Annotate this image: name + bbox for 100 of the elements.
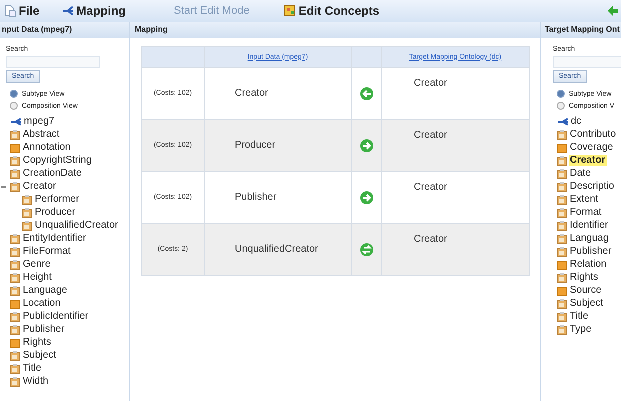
clipboard-icon xyxy=(10,246,20,256)
tree-item[interactable]: Identifier xyxy=(569,220,610,231)
tree-item[interactable]: Creator xyxy=(22,181,58,192)
clipboard-icon xyxy=(557,208,567,218)
clipboard-icon xyxy=(10,324,20,334)
panel-title: Target Mapping Ont xyxy=(541,22,621,38)
table-cell: Creator xyxy=(382,172,530,224)
clipboard-icon xyxy=(10,156,20,166)
radio-button[interactable] xyxy=(10,90,18,98)
folder-icon xyxy=(557,142,567,152)
table-cell: Producer xyxy=(204,120,352,172)
tree-item[interactable]: Relation xyxy=(569,259,608,270)
clipboard-icon xyxy=(557,130,567,140)
toolbar-button[interactable]: Edit Concepts xyxy=(284,4,388,18)
tree-item[interactable]: Height xyxy=(22,272,53,283)
folder-icon xyxy=(10,298,20,308)
tree-item[interactable]: Type xyxy=(569,324,593,335)
tree-item[interactable]: CopyrightString xyxy=(22,155,93,166)
clipboard-icon xyxy=(557,182,567,192)
clipboard-icon xyxy=(557,246,567,256)
grid-icon xyxy=(284,5,296,17)
connector-icon xyxy=(62,5,74,17)
tree-item[interactable]: Rights xyxy=(22,337,52,348)
tree-item[interactable]: Extent xyxy=(569,194,600,205)
tree-item[interactable]: mpeg7 xyxy=(23,116,56,127)
clipboard-icon xyxy=(10,350,20,360)
document-icon xyxy=(4,5,16,17)
clipboard-icon xyxy=(557,312,567,322)
tree-item[interactable]: Format xyxy=(569,207,603,218)
tree-item[interactable]: EntityIdentifier xyxy=(22,233,88,244)
search-field[interactable] xyxy=(553,56,621,68)
tree-item[interactable]: Producer xyxy=(34,207,77,218)
tree-item[interactable]: Title xyxy=(22,363,43,374)
radio-button[interactable] xyxy=(10,102,18,110)
clipboard-icon xyxy=(22,208,32,218)
table-cell: UnqualifiedCreator xyxy=(204,224,352,276)
connector-icon xyxy=(10,118,22,126)
tree-item[interactable]: dc xyxy=(570,116,583,127)
folder-icon xyxy=(557,286,567,296)
tree-item[interactable]: Language xyxy=(22,285,68,296)
arrow-icon xyxy=(607,5,619,17)
clipboard-icon xyxy=(10,286,20,296)
tree-item[interactable]: Subject xyxy=(22,350,58,361)
clipboard-icon xyxy=(10,376,20,386)
tree-item[interactable]: Genre xyxy=(22,259,52,270)
clipboard-icon xyxy=(10,130,20,140)
tree-item[interactable]: Publisher xyxy=(569,246,613,257)
tree-item[interactable]: Creator xyxy=(569,155,607,166)
tree-item[interactable]: Contributo xyxy=(569,129,618,140)
clipboard-icon xyxy=(557,272,567,282)
clipboard-icon xyxy=(557,156,567,166)
tree-item[interactable]: PublicIdentifier xyxy=(22,311,90,322)
tree-item[interactable]: Coverage xyxy=(569,142,614,153)
tree-item[interactable]: Width xyxy=(22,376,50,387)
clipboard-icon xyxy=(10,364,20,374)
search-field[interactable] xyxy=(6,56,100,68)
clipboard-icon xyxy=(10,168,20,178)
clipboard-icon xyxy=(10,182,20,192)
tree-item[interactable]: Date xyxy=(569,168,592,179)
tree-item[interactable]: Location xyxy=(22,298,62,309)
tree-item[interactable]: Title xyxy=(569,311,590,322)
folder-icon xyxy=(10,338,20,348)
folder-icon xyxy=(10,142,20,152)
radio-button[interactable] xyxy=(557,90,565,98)
folder-icon xyxy=(557,260,567,270)
tree-item[interactable]: CreationDate xyxy=(22,168,83,179)
tree-item[interactable]: Abstract xyxy=(22,129,61,140)
connector-icon xyxy=(557,118,569,126)
tree-item[interactable]: Descriptio xyxy=(569,181,616,192)
tree-item[interactable]: Performer xyxy=(34,194,80,205)
tree-item[interactable]: Subject xyxy=(569,298,604,309)
tree-item[interactable]: Publisher xyxy=(22,324,66,335)
clipboard-icon xyxy=(10,312,20,322)
right-arrow-icon[interactable] xyxy=(360,190,374,204)
clipboard-icon xyxy=(10,234,20,244)
clipboard-icon xyxy=(557,298,567,308)
panel-title: nput Data (mpeg7) xyxy=(0,22,129,38)
clipboard-icon xyxy=(557,194,567,204)
tree-item[interactable]: Annotation xyxy=(22,142,72,153)
panel-title: Mapping xyxy=(130,22,540,38)
table-cell: Creator xyxy=(204,68,352,120)
right-arrow-icon[interactable] xyxy=(360,138,374,152)
tree-item[interactable]: Languag xyxy=(569,233,610,244)
tree-item[interactable]: Rights xyxy=(569,272,600,283)
toolbar-button[interactable]: Mapping xyxy=(62,4,134,18)
tree-item[interactable]: Source xyxy=(569,285,603,296)
clipboard-icon xyxy=(10,260,20,270)
tree-item[interactable]: FileFormat xyxy=(22,246,72,257)
table-cell: Publisher xyxy=(204,172,352,224)
clipboard-icon xyxy=(557,220,567,230)
table-cell: Creator xyxy=(382,68,530,120)
clipboard-icon xyxy=(22,220,32,230)
swap-arrows-icon[interactable] xyxy=(360,242,374,256)
table-cell: Creator xyxy=(382,224,530,276)
left-arrow-icon[interactable] xyxy=(360,86,374,100)
radio-button[interactable] xyxy=(557,102,565,110)
table-cell: Creator xyxy=(382,120,530,172)
tree-item[interactable]: UnqualifiedCreator xyxy=(34,220,120,231)
clipboard-icon xyxy=(22,194,32,204)
toolbar-button[interactable]: File xyxy=(4,4,48,18)
